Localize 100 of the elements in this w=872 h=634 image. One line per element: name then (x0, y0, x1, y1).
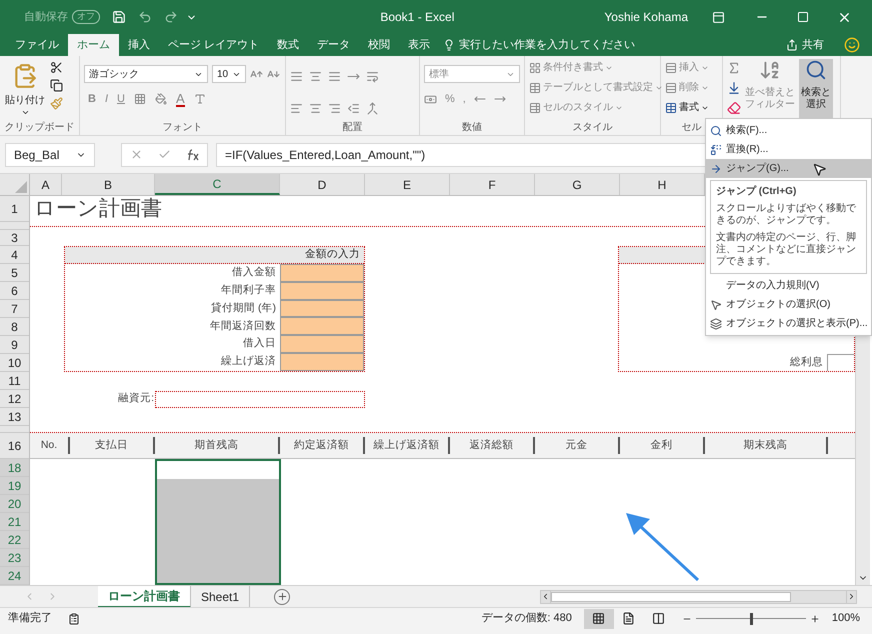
find-select-button[interactable]: 検索と 選択 (799, 59, 833, 121)
field-label: 繰上げ返済 (221, 354, 276, 370)
ribbon-tab[interactable]: ファイル (6, 34, 68, 56)
select-all-icon[interactable] (15, 181, 27, 193)
row-header[interactable]: 24 (0, 567, 29, 585)
horizontal-scrollbar[interactable] (551, 590, 846, 604)
undo-icon[interactable] (138, 10, 152, 24)
sort-icon[interactable] (759, 59, 781, 81)
input-cell[interactable] (280, 300, 364, 318)
schedule-header: 返済総額 (470, 438, 514, 453)
table-icon[interactable] (665, 102, 677, 114)
table-icon[interactable] (529, 102, 541, 114)
scroll-right-icon[interactable] (846, 590, 857, 604)
eraser-icon[interactable] (727, 101, 741, 115)
fill-down-icon[interactable] (727, 81, 741, 95)
row-header[interactable]: 22 (0, 531, 29, 549)
summary-cell[interactable] (827, 354, 854, 371)
tell-me-text[interactable]: 実行したい作業を入力してください (459, 34, 636, 56)
menu-item[interactable]: オブジェクトの選択と表示(P)... (726, 316, 868, 331)
ribbon-tab[interactable]: 表示 (399, 34, 440, 56)
macro-record-icon[interactable] (68, 612, 80, 624)
grid-icon[interactable] (529, 62, 541, 74)
input-cell[interactable] (280, 353, 364, 371)
column-header[interactable]: C (155, 174, 280, 195)
share-button[interactable]: 共有 (802, 34, 824, 56)
input-cell[interactable] (280, 264, 364, 282)
cells-menu-button[interactable]: 書式 (679, 100, 699, 115)
zoom-in-icon[interactable] (810, 614, 820, 624)
paintbrush-icon[interactable] (50, 97, 63, 110)
zoom-thumb[interactable] (750, 612, 753, 624)
paint-bucket-icon[interactable] (154, 93, 167, 106)
borders-icon[interactable] (134, 93, 146, 106)
column-header[interactable]: F (450, 174, 535, 195)
columns-icon (652, 612, 666, 625)
field-label: 総利息 (790, 354, 823, 370)
row-header[interactable]: 20 (0, 495, 29, 513)
ribbon-tab[interactable]: 挿入 (119, 34, 159, 56)
scroll-left-icon[interactable] (540, 590, 551, 604)
copy-icon[interactable] (50, 79, 63, 92)
find-select-label[interactable]: 検索と 選択 (801, 87, 831, 111)
row-header[interactable]: 5 (0, 264, 29, 282)
row-header[interactable]: 23 (0, 549, 29, 567)
sheet-tab[interactable]: ローン計画書 (98, 586, 191, 608)
phonetic-icon[interactable] (194, 93, 206, 106)
column-header[interactable]: E (365, 174, 450, 195)
row-header[interactable]: 13 (0, 408, 29, 426)
normal-view-button[interactable] (584, 608, 614, 628)
paste-button[interactable]: 貼り付け (5, 93, 45, 108)
row-header[interactable]: 12 (0, 390, 29, 408)
menu-item[interactable]: 置換(R)... (726, 142, 768, 157)
grid-icon (592, 612, 606, 625)
function-icon[interactable] (186, 148, 200, 160)
cancel-icon[interactable] (130, 148, 142, 161)
row-header[interactable]: 11 (0, 372, 29, 390)
row-header[interactable]: 19 (0, 477, 29, 495)
group-label: フォント (162, 120, 202, 134)
menu-item[interactable]: オブジェクトの選択(O) (726, 297, 830, 312)
input-cell[interactable] (280, 317, 364, 336)
sum-icon[interactable] (727, 61, 741, 75)
row-header[interactable]: 9 (0, 336, 29, 354)
redo-icon[interactable] (164, 10, 178, 24)
row-header[interactable]: 21 (0, 513, 29, 531)
rows-icon[interactable] (665, 82, 677, 94)
schedule-header: 期末残高 (744, 438, 788, 453)
row-header[interactable]: 4 (0, 246, 29, 264)
row-header[interactable]: 10 (0, 354, 29, 372)
ribbon-tab[interactable]: データ (308, 34, 360, 56)
ribbon-tab[interactable]: 数式 (268, 34, 308, 56)
ribbon-tab[interactable]: ホーム (68, 34, 119, 56)
menu-item[interactable]: データの入力規則(V) (726, 278, 820, 293)
column-header[interactable]: A (30, 174, 62, 195)
row-header[interactable]: 3 (0, 230, 29, 246)
user-name: Yoshie Kohama (604, 9, 688, 26)
menu-item[interactable]: 検索(F)... (726, 123, 768, 138)
ribbon-display-icon[interactable] (712, 10, 725, 24)
ribbon-tab[interactable]: ページ レイアウト (159, 34, 268, 56)
row-header[interactable]: 7 (0, 300, 29, 318)
save-icon[interactable] (112, 10, 126, 24)
search-icon[interactable] (805, 59, 827, 81)
ribbon-tab[interactable]: 校閲 (359, 34, 400, 56)
lender-field[interactable] (155, 390, 365, 408)
row-header[interactable]: 6 (0, 282, 29, 300)
row-header[interactable]: 1 (0, 196, 29, 222)
input-cell[interactable] (280, 282, 364, 300)
column-header[interactable]: D (280, 174, 365, 195)
search-icon (710, 124, 722, 136)
row-header[interactable]: 8 (0, 318, 29, 336)
maximize-icon[interactable] (797, 11, 809, 23)
zoom-slider[interactable] (696, 612, 806, 624)
tooltip-text: 文書内の特定のページ、行、脚注、コメントなどに直接ジャンプできます。 (716, 232, 857, 268)
rows-icon[interactable] (665, 62, 677, 74)
add-sheet-icon[interactable] (274, 588, 290, 604)
scissors-icon[interactable] (50, 61, 63, 74)
row-header[interactable]: 18 (0, 459, 29, 477)
currency-icon[interactable] (424, 92, 437, 106)
input-cell[interactable] (280, 335, 364, 354)
schedule-header: 金利 (650, 438, 672, 453)
column-header[interactable]: G (535, 174, 620, 195)
table-icon[interactable] (529, 82, 541, 94)
sheet-title: ローン計画書 (34, 196, 162, 222)
